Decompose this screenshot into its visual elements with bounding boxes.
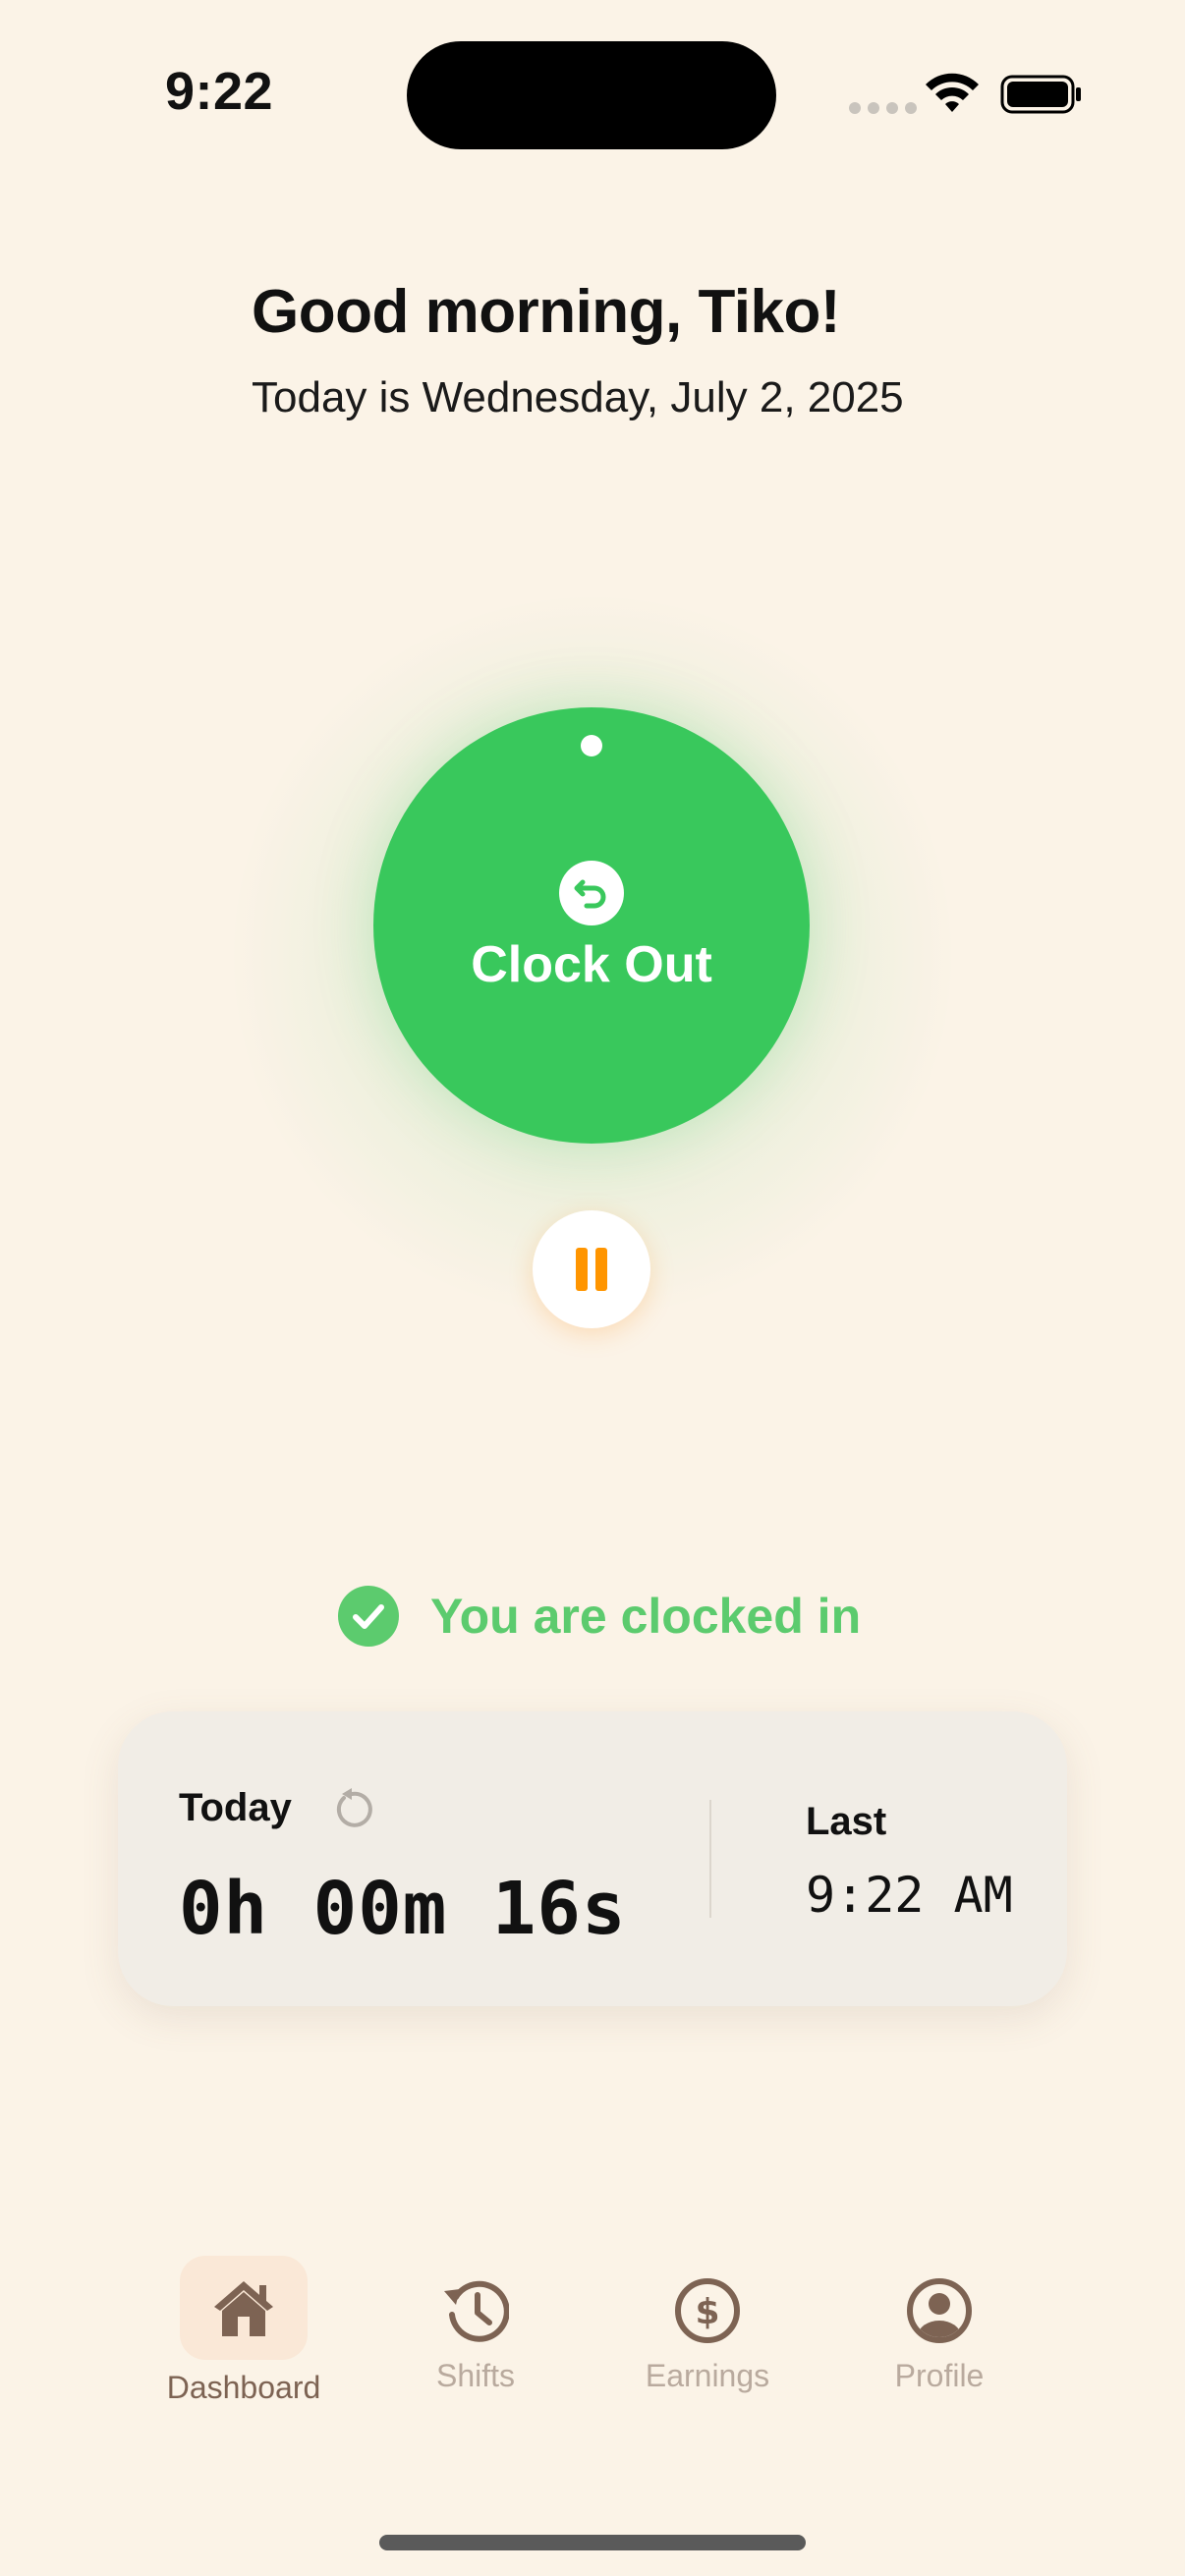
dollar-circle-icon: $: [675, 2278, 740, 2343]
timer-card: Today 0h 00m 16s Last 9:22 AM: [118, 1711, 1067, 2006]
pause-icon: [576, 1248, 588, 1291]
person-circle-icon: [907, 2278, 972, 2343]
date-subtitle: Today is Wednesday, July 2, 2025: [252, 373, 904, 421]
tab-shifts-label: Shifts: [435, 2358, 516, 2393]
pause-button[interactable]: [533, 1210, 650, 1328]
greeting-title: Good morning, Tiko!: [252, 278, 840, 346]
wifi-icon: [926, 73, 979, 112]
house-icon: [214, 2281, 273, 2336]
battery-icon: [1000, 75, 1081, 114]
svg-text:$: $: [695, 2292, 719, 2332]
cellular-signal-icon: [849, 102, 917, 114]
tab-dashboard-label: Dashboard: [166, 2370, 321, 2405]
status-bar: 9:22: [0, 0, 1185, 149]
tab-earnings-label: Earnings: [645, 2358, 770, 2393]
reset-icon[interactable]: [330, 1788, 373, 1831]
undo-arrow-icon: [559, 861, 624, 925]
clock-status: You are clocked in: [338, 1586, 861, 1647]
status-time: 9:22: [165, 62, 274, 121]
last-time: 9:22 AM: [806, 1867, 1013, 1924]
dynamic-island: [407, 41, 776, 149]
last-label: Last: [806, 1800, 887, 1843]
elapsed-timer: 0h 00m 16s: [179, 1867, 627, 1951]
home-indicator[interactable]: [379, 2535, 806, 2550]
tab-profile-label: Profile: [894, 2358, 985, 2393]
tab-profile[interactable]: Profile: [821, 2256, 1057, 2394]
history-clock-icon: [444, 2280, 509, 2342]
today-label: Today: [179, 1786, 292, 1829]
clock-out-button[interactable]: Clock Out: [373, 707, 810, 1144]
clock-out-label: Clock Out: [471, 936, 712, 993]
tab-dashboard[interactable]: Dashboard: [126, 2256, 362, 2406]
tab-earnings[interactable]: $ Earnings: [590, 2256, 825, 2394]
card-divider: [709, 1800, 711, 1918]
clock-status-text: You are clocked in: [430, 1589, 862, 1644]
tab-shifts[interactable]: Shifts: [358, 2256, 593, 2394]
checkmark-circle-icon: [338, 1586, 399, 1647]
progress-dot: [581, 735, 602, 756]
